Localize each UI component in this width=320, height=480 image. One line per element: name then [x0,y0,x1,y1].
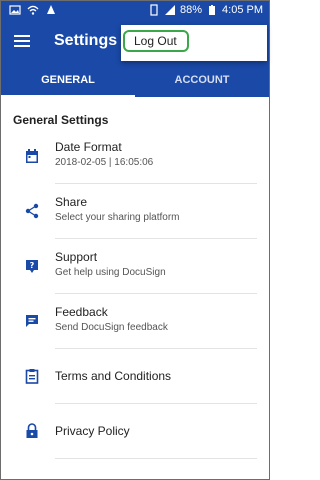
wifi-icon [27,5,39,15]
feedback-subtitle: Send DocuSign feedback [55,322,168,333]
clipboard-icon [25,369,39,384]
clock: 4:05 PM [222,4,263,16]
battery-level: 88% [180,4,203,16]
divider [55,458,257,459]
settings-list: Date Format 2018-02-05 | 16:05:06 Share … [1,129,269,459]
section-title: General Settings [13,113,109,127]
battery-icon [209,5,216,15]
support-title: Support [55,250,98,264]
lock-icon [26,423,38,438]
tab-bar: GENERAL ACCOUNT [1,63,269,97]
share-title: Share [55,195,88,209]
privacy-title: Privacy Policy [55,424,130,438]
date-format-title: Date Format [55,140,122,154]
help-icon: ? [26,260,38,273]
svg-text:?: ? [30,261,35,270]
status-bar: 88% 4:05 PM [1,1,269,21]
privacy-item[interactable]: Privacy Policy [1,404,269,459]
feedback-item[interactable]: Feedback Send DocuSign feedback [1,294,269,349]
calendar-icon [26,149,38,163]
notification-icon [47,5,55,14]
share-icon [25,203,39,219]
image-icon [9,5,21,15]
support-subtitle: Get help using DocuSign [55,267,166,278]
tab-general[interactable]: GENERAL [1,63,135,97]
signal-icon [165,5,175,15]
logout-menu-item[interactable]: Log Out [123,30,189,52]
share-item[interactable]: Share Select your sharing platform [1,184,269,239]
share-subtitle: Select your sharing platform [55,212,180,223]
feedback-icon [26,315,38,327]
device-icon [150,4,158,16]
terms-item[interactable]: Terms and Conditions [1,349,269,404]
date-format-item[interactable]: Date Format 2018-02-05 | 16:05:06 [1,129,269,184]
tab-account[interactable]: ACCOUNT [135,63,269,97]
terms-title: Terms and Conditions [55,369,172,383]
page-title: Settings [54,32,118,49]
date-format-value: 2018-02-05 | 16:05:06 [55,157,154,168]
support-item[interactable]: ? Support Get help using DocuSign [1,239,269,294]
menu-icon[interactable] [14,35,30,47]
feedback-title: Feedback [55,305,108,319]
overflow-menu: Log Out [121,25,267,61]
